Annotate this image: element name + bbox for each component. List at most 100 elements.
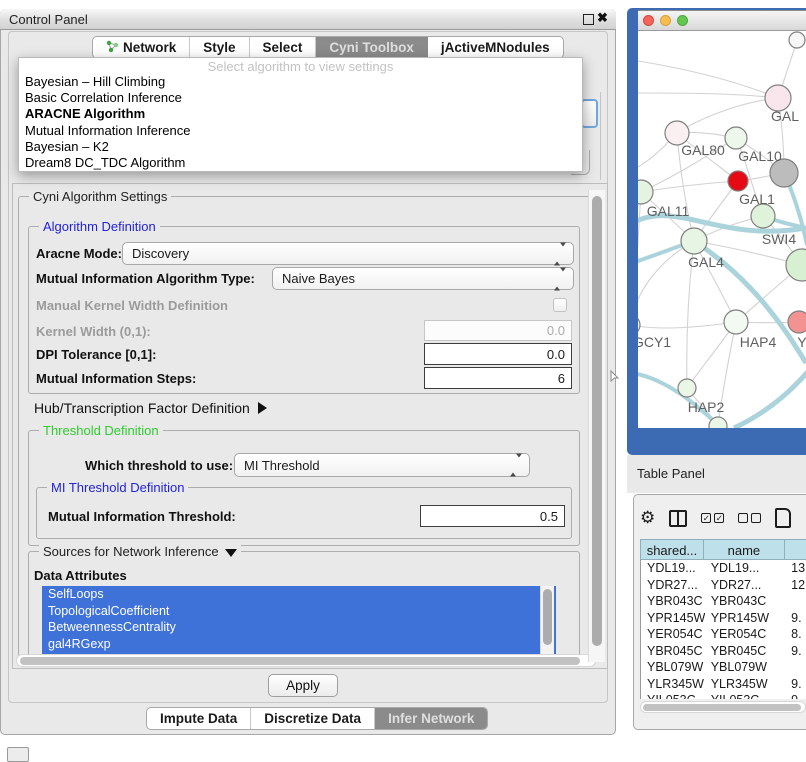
mi-threshold-label: Mutual Information Threshold:	[48, 509, 236, 524]
attribute-item[interactable]: TopologicalCoefficient	[42, 603, 556, 620]
table-row[interactable]: YER054CYER054C8.	[641, 626, 806, 643]
tab-discretize-data[interactable]: Discretize Data	[251, 708, 375, 729]
network-node[interactable]	[789, 32, 805, 48]
tab-impute-data[interactable]: Impute Data	[147, 708, 251, 729]
which-threshold-value: MI Threshold	[244, 458, 320, 473]
node-label: GAL10	[738, 148, 782, 164]
table-panel-window: ⚙ ✓✓ shared...nameA YDL19...YDL19...13YD…	[633, 494, 806, 730]
close-icon[interactable]: ✖	[597, 10, 608, 26]
column-header[interactable]: name	[704, 539, 785, 560]
minimize-traffic-light-icon[interactable]	[660, 15, 671, 26]
tab-jactivemnodules[interactable]: jActiveMNodules	[428, 37, 563, 58]
settings-vscrollbar[interactable]	[588, 190, 605, 662]
table-row[interactable]: YBR045CYBR045C9.	[641, 643, 806, 660]
table-hscrollbar[interactable]	[640, 701, 806, 713]
network-edge	[638, 61, 778, 98]
float-window-icon[interactable]	[583, 14, 594, 25]
table-row[interactable]: YBL079WYBL079W	[641, 659, 806, 676]
network-node-y[interactable]	[788, 311, 806, 333]
tab-style[interactable]: Style	[190, 37, 249, 58]
algorithm-option[interactable]: Bayesian – Hill Climbing	[19, 74, 582, 90]
app-root: Control Panel ✖ NetworkStyleSelectCyni T…	[0, 0, 806, 762]
table-row[interactable]: YLR345WYLR345W9.	[641, 676, 806, 693]
tab-network[interactable]: Network	[93, 37, 190, 58]
kernel-width-field[interactable]: 0.0	[424, 320, 572, 341]
attribute-item[interactable]: SelfLoops	[42, 586, 556, 603]
node-label: GAL80	[681, 142, 725, 158]
cyni-algorithm-settings-title: Cyni Algorithm Settings	[29, 189, 171, 204]
node-label: HAP4	[740, 334, 777, 350]
sources-title: Sources for Network Inference	[39, 544, 241, 559]
gear-icon[interactable]: ⚙	[640, 508, 655, 528]
mi-threshold-field[interactable]: 0.5	[420, 505, 565, 527]
stepper-arrows-icon	[510, 458, 522, 473]
algorithm-popup-prompt: Select algorithm to view settings	[19, 58, 582, 74]
node-label: GAL1	[739, 191, 775, 207]
column-header[interactable]: A	[785, 539, 806, 560]
attribute-item[interactable]: gal4RGexp	[42, 636, 556, 653]
attributes-scrollbar[interactable]	[540, 586, 554, 654]
tab-cyni-toolbox[interactable]: Cyni Toolbox	[316, 37, 428, 58]
network-node-hap2[interactable]	[678, 379, 696, 397]
control-panel-tabbar: NetworkStyleSelectCyni ToolboxjActiveMNo…	[92, 36, 564, 59]
checked-boxes-icon[interactable]: ✓✓	[701, 513, 724, 523]
column-header[interactable]: shared...	[640, 539, 704, 560]
algorithm-option[interactable]: ARACNE Algorithm	[19, 106, 582, 122]
table-row[interactable]: YBR043CYBR043C	[641, 593, 806, 610]
network-edge	[677, 98, 778, 133]
stepper-arrows-icon	[554, 246, 566, 261]
algorithm-option[interactable]: Bayesian – K2	[19, 139, 582, 155]
hub-definition-label: Hub/Transcription Factor Definition	[34, 400, 250, 416]
table-row[interactable]: YIL053CYIL053C9.	[641, 692, 806, 699]
data-attributes-list[interactable]: SelfLoopsTopologicalCoefficientBetweenne…	[42, 586, 556, 654]
hub-definition-toggle[interactable]: Hub/Transcription Factor Definition	[34, 400, 267, 416]
algorithm-option[interactable]: Basic Correlation Inference	[19, 90, 582, 106]
table-toolbar: ⚙ ✓✓	[640, 503, 791, 533]
which-threshold-label: Which threshold to use:	[85, 458, 233, 473]
algorithm-option[interactable]: Dream8 DC_TDC Algorithm	[19, 155, 582, 171]
aracne-mode-combo[interactable]: Discovery	[122, 242, 574, 265]
network-node-gal10[interactable]	[725, 127, 747, 149]
algorithm-definition-title: Algorithm Definition	[39, 219, 160, 234]
which-threshold-combo[interactable]: MI Threshold	[234, 453, 530, 477]
close-traffic-light-icon[interactable]	[643, 15, 654, 26]
bottom-tabbar: Impute DataDiscretize DataInfer Network	[146, 707, 488, 730]
tab-select[interactable]: Select	[250, 37, 317, 58]
split-columns-icon[interactable]	[669, 510, 687, 527]
collapsed-panel-icon[interactable]	[7, 747, 29, 762]
attribute-item[interactable]: BetweennessCentrality	[42, 619, 556, 636]
network-node[interactable]	[728, 171, 748, 191]
data-attributes-label: Data Attributes	[34, 568, 127, 583]
table-header-row: shared...nameA	[640, 539, 806, 560]
mi-algorithm-type-value: Naive Bayes	[282, 271, 355, 286]
table-row[interactable]: YDR27...YDR27...12	[641, 577, 806, 594]
mi-threshold-definition-title: MI Threshold Definition	[47, 480, 188, 495]
network-window[interactable]: GALGAL80GAL10GAL1GAL11SWI4GAL4GCY1HAP4YH…	[627, 8, 806, 455]
network-canvas[interactable]: GALGAL80GAL10GAL1GAL11SWI4GAL4GCY1HAP4YH…	[638, 31, 806, 428]
mi-algorithm-type-combo[interactable]: Naive Bayes	[272, 267, 574, 290]
settings-hscrollbar[interactable]	[16, 654, 596, 667]
network-node-gal1[interactable]	[751, 204, 775, 228]
network-node-gcy1[interactable]	[638, 315, 640, 335]
inference-combo-fragment[interactable]	[581, 99, 598, 128]
manual-kernel-width-label: Manual Kernel Width Definition	[36, 298, 228, 313]
document-icon[interactable]	[775, 508, 791, 528]
network-titlebar[interactable]	[638, 10, 806, 31]
tab-infer-network[interactable]: Infer Network	[375, 708, 487, 729]
table-row[interactable]: YDL19...YDL19...13	[641, 560, 806, 577]
apply-button[interactable]: Apply	[268, 674, 338, 697]
collapse-arrow-icon	[225, 549, 237, 557]
manual-kernel-width-checkbox[interactable]	[553, 298, 567, 312]
control-panel-titlebar[interactable]: Control Panel ✖	[0, 9, 616, 30]
network-node-gal4[interactable]	[681, 228, 707, 254]
dpi-tolerance-field[interactable]: 0.0	[424, 343, 572, 365]
network-node-hap4[interactable]	[724, 310, 748, 334]
mi-algorithm-type-label: Mutual Information Algorithm Type:	[36, 271, 255, 286]
unchecked-boxes-icon[interactable]	[738, 513, 761, 523]
table-row[interactable]: YPR145WYPR145W9.	[641, 610, 806, 627]
dpi-tolerance-label: DPI Tolerance [0,1]:	[36, 347, 156, 362]
zoom-traffic-light-icon[interactable]	[677, 15, 688, 26]
algorithm-option[interactable]: Mutual Information Inference	[19, 123, 582, 139]
node-label: GAL	[771, 108, 799, 124]
mi-steps-field[interactable]: 6	[424, 367, 572, 389]
